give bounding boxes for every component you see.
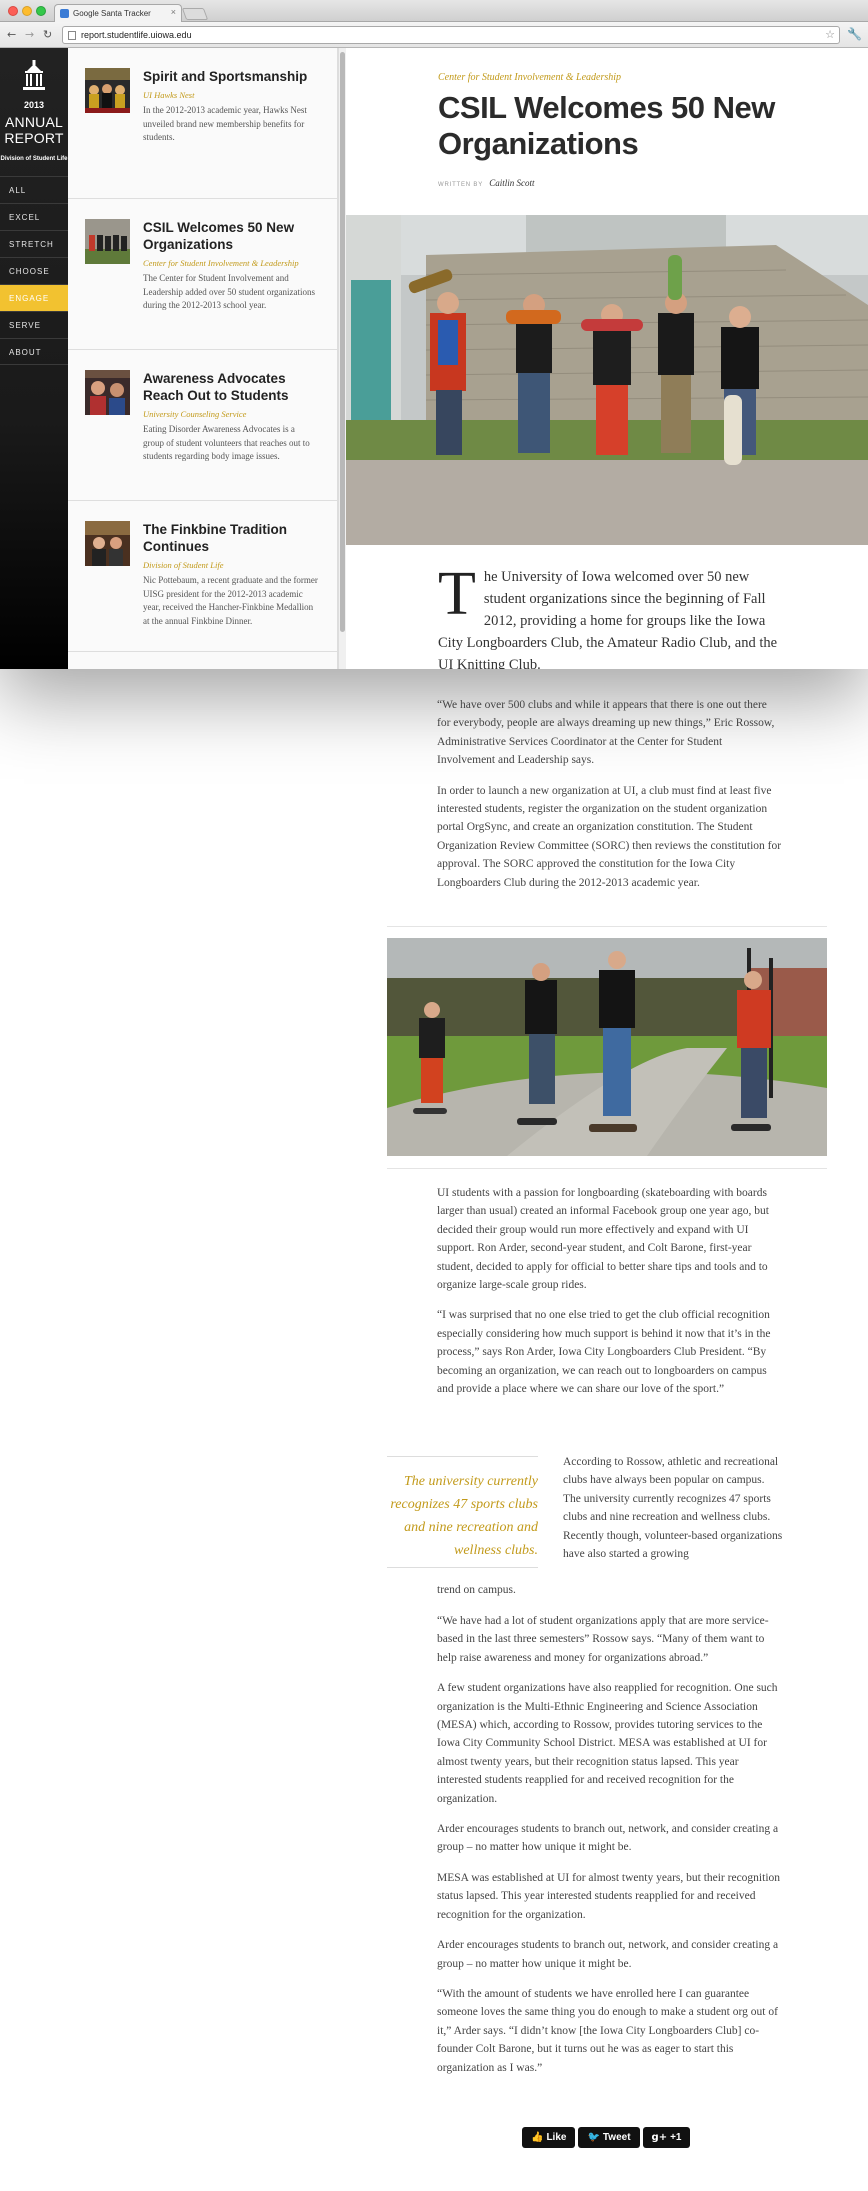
article-department[interactable]: Center for Student Involvement & Leaders… <box>438 72 621 83</box>
article-body-middle: UI students with a passion for longboard… <box>437 1184 783 1410</box>
article-paragraph: In order to launch a new organization at… <box>437 784 782 889</box>
back-arrow-icon[interactable]: ← <box>7 28 16 42</box>
nav-item-choose[interactable]: CHOOSE <box>0 257 68 284</box>
story-title[interactable]: Spirit and Sportsmanship <box>143 68 323 85</box>
page-icon <box>68 31 76 40</box>
drop-cap: T <box>438 566 476 628</box>
google-plus-button[interactable]: g+ +1 <box>642 2127 691 2148</box>
google-plus-icon: g+ <box>651 2132 668 2143</box>
nav-item-all[interactable]: ALL <box>0 176 68 203</box>
longboarders-photo <box>387 938 827 1156</box>
nav-item-serve[interactable]: SERVE <box>0 311 68 338</box>
nav-item-stretch[interactable]: STRETCH <box>0 230 68 257</box>
story-department: University Counseling Service <box>143 409 247 419</box>
thumbs-up-icon: 👍 <box>531 2132 544 2143</box>
story-thumbnail <box>85 68 130 113</box>
forward-arrow-icon[interactable]: → <box>25 28 34 42</box>
tab-title: Google Santa Tracker <box>73 9 151 18</box>
pull-quote: The university currently recognizes 47 s… <box>390 1474 538 1558</box>
story-excerpt: The Center for Student Involvement and L… <box>143 273 316 310</box>
close-window-button[interactable] <box>8 6 18 16</box>
byline: WRITTEN BY Caitlin Scott <box>438 178 535 188</box>
minimize-window-button[interactable] <box>22 6 32 16</box>
address-bar[interactable]: report.studentlife.uiowa.edu ☆ <box>62 26 840 44</box>
article-body-bottom: “We have had a lot of student organizati… <box>437 1612 783 2089</box>
zoom-window-button[interactable] <box>36 6 46 16</box>
new-tab-button[interactable] <box>181 8 209 20</box>
pull-quote-rule <box>387 1456 538 1457</box>
story-card[interactable]: Spirit and Sportsmanship UI Hawks Nest I… <box>68 48 337 199</box>
twitter-bird-icon: 🐦 <box>587 2132 600 2143</box>
nav-item-engage[interactable]: ENGAGE <box>0 284 68 311</box>
share-buttons: 👍 Like 🐦 Tweet g+ +1 <box>522 2127 693 2149</box>
report-subtitle: Division of Student Life <box>0 156 68 162</box>
story-excerpt: Eating Disorder Awareness Advocates is a… <box>143 424 310 461</box>
article-paragraph: “With the amount of students we have enr… <box>437 1987 778 2074</box>
story-excerpt: Nic Pottebaum, a recent graduate and the… <box>143 575 318 626</box>
article-body-top: “We have over 500 clubs and while it app… <box>437 696 783 904</box>
story-title[interactable]: Awareness Advocates Reach Out to Student… <box>143 370 323 404</box>
story-title[interactable]: CSIL Welcomes 50 New Organizations <box>143 219 323 253</box>
side-nav: 2013 ANNUAL REPORT Division of Student L… <box>0 48 68 669</box>
article-paragraph: UI students with a passion for longboard… <box>437 1187 769 1292</box>
story-card[interactable]: The Finkbine Tradition Continues Divisio… <box>68 501 337 652</box>
tweet-button[interactable]: 🐦 Tweet <box>578 2127 640 2148</box>
story-thumbnail <box>85 370 130 415</box>
browser-toolbar: ← → ↻ report.studentlife.uiowa.edu ☆ 🔧 <box>0 22 868 48</box>
story-thumbnail <box>85 219 130 264</box>
story-excerpt: In the 2012-2013 academic year, Hawks Ne… <box>143 105 307 142</box>
favicon-icon <box>60 9 69 18</box>
wrapped-paragraph: According to Rossow, athletic and recrea… <box>563 1456 783 1561</box>
story-department: Center for Student Involvement & Leaders… <box>143 258 299 268</box>
article-paragraph: MESA was established at UI for almost tw… <box>437 1871 781 1921</box>
bookmark-star-icon[interactable]: ☆ <box>825 28 835 41</box>
divider <box>387 1168 827 1169</box>
byline-author: Caitlin Scott <box>489 178 535 188</box>
report-year: 2013 <box>23 100 45 110</box>
divider <box>387 926 827 927</box>
scrollbar-thumb[interactable] <box>340 52 345 632</box>
article-paragraph: “I was surprised that no one else tried … <box>437 1309 771 1396</box>
story-list-scrollbar[interactable] <box>338 48 346 669</box>
report-title[interactable]: ANNUAL REPORT <box>0 114 68 146</box>
story-department: Division of Student Life <box>143 560 224 570</box>
article-paragraph: “We have over 500 clubs and while it app… <box>437 699 775 767</box>
article-paragraph: Arder encourages students to branch out,… <box>437 1939 779 1970</box>
wrench-icon[interactable]: 🔧 <box>847 27 862 41</box>
article-header: Center for Student Involvement & Leaders… <box>346 48 868 215</box>
story-title[interactable]: The Finkbine Tradition Continues <box>143 521 323 555</box>
report-title-line: REPORT <box>4 130 64 146</box>
byline-label: WRITTEN BY <box>438 182 483 188</box>
report-title-line: ANNUAL <box>5 114 63 130</box>
article-lead: T he University of Iowa welcomed over 50… <box>438 566 778 669</box>
article-title: CSIL Welcomes 50 New Organizations <box>438 90 775 161</box>
story-card-active[interactable]: CSIL Welcomes 50 New Organizations Cente… <box>68 199 337 350</box>
url-text: report.studentlife.uiowa.edu <box>81 30 192 40</box>
tweet-label: Tweet <box>602 2132 631 2143</box>
story-card[interactable]: Awareness Advocates Reach Out to Student… <box>68 350 337 501</box>
story-list: Spirit and Sportsmanship UI Hawks Nest I… <box>68 48 338 669</box>
pull-quote-rule <box>387 1567 538 1568</box>
nav-item-about[interactable]: ABOUT <box>0 338 68 365</box>
story-thumbnail <box>85 521 130 566</box>
wrapped-paragraph-tail: trend on campus. <box>437 1584 516 1596</box>
article-paragraph: “We have had a lot of student organizati… <box>437 1615 769 1664</box>
story-department: UI Hawks Nest <box>143 90 195 100</box>
tab-close-icon[interactable]: × <box>171 7 176 17</box>
article-paragraph: A few student organizations have also re… <box>437 1682 778 1805</box>
section-nav: ALL EXCEL STRETCH CHOOSE ENGAGE SERVE AB… <box>0 176 68 365</box>
old-capitol-logo-icon[interactable] <box>20 60 48 92</box>
plus-one-label: +1 <box>670 2132 682 2143</box>
tab-strip: Google Santa Tracker × <box>0 0 868 22</box>
facebook-like-button[interactable]: 👍 Like <box>522 2127 576 2148</box>
lead-text: he University of Iowa welcomed over 50 n… <box>438 569 778 669</box>
hero-photo <box>346 215 868 545</box>
browser-tab[interactable]: Google Santa Tracker × <box>54 4 182 22</box>
article-paragraph: Arder encourages students to branch out,… <box>437 1823 779 1854</box>
like-label: Like <box>546 2132 567 2143</box>
nav-item-excel[interactable]: EXCEL <box>0 203 68 230</box>
reload-icon[interactable]: ↻ <box>43 28 52 42</box>
